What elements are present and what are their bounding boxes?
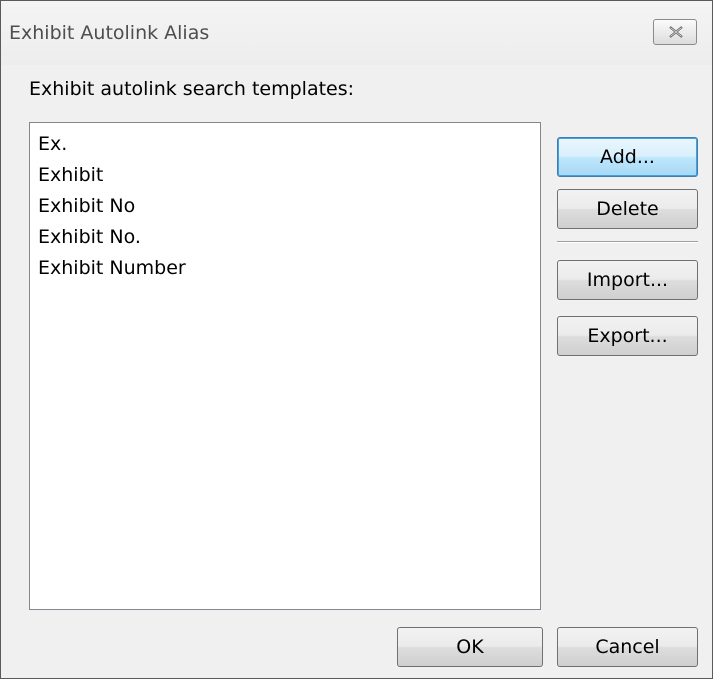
export-button[interactable]: Export... bbox=[557, 316, 698, 356]
list-item[interactable]: Exhibit bbox=[38, 160, 540, 191]
list-item[interactable]: Exhibit No bbox=[38, 191, 540, 222]
button-separator bbox=[557, 241, 698, 243]
import-button[interactable]: Import... bbox=[557, 260, 698, 300]
delete-button[interactable]: Delete bbox=[557, 189, 698, 229]
exhibit-autolink-alias-dialog: Exhibit Autolink Alias Exhibit autolink … bbox=[0, 0, 713, 679]
templates-label: Exhibit autolink search templates: bbox=[29, 78, 355, 100]
window-title: Exhibit Autolink Alias bbox=[9, 22, 210, 44]
templates-list: Ex. Exhibit Exhibit No Exhibit No. Exhib… bbox=[30, 123, 540, 284]
close-icon bbox=[669, 26, 683, 38]
list-item[interactable]: Exhibit No. bbox=[38, 222, 540, 253]
templates-listbox[interactable]: Ex. Exhibit Exhibit No Exhibit No. Exhib… bbox=[29, 122, 541, 610]
close-button[interactable] bbox=[653, 19, 697, 45]
add-button[interactable]: Add... bbox=[557, 137, 698, 177]
ok-button[interactable]: OK bbox=[397, 627, 543, 667]
cancel-button[interactable]: Cancel bbox=[557, 627, 698, 667]
title-bar[interactable]: Exhibit Autolink Alias bbox=[1, 1, 712, 65]
list-item[interactable]: Ex. bbox=[38, 129, 540, 160]
list-item[interactable]: Exhibit Number bbox=[38, 253, 540, 284]
